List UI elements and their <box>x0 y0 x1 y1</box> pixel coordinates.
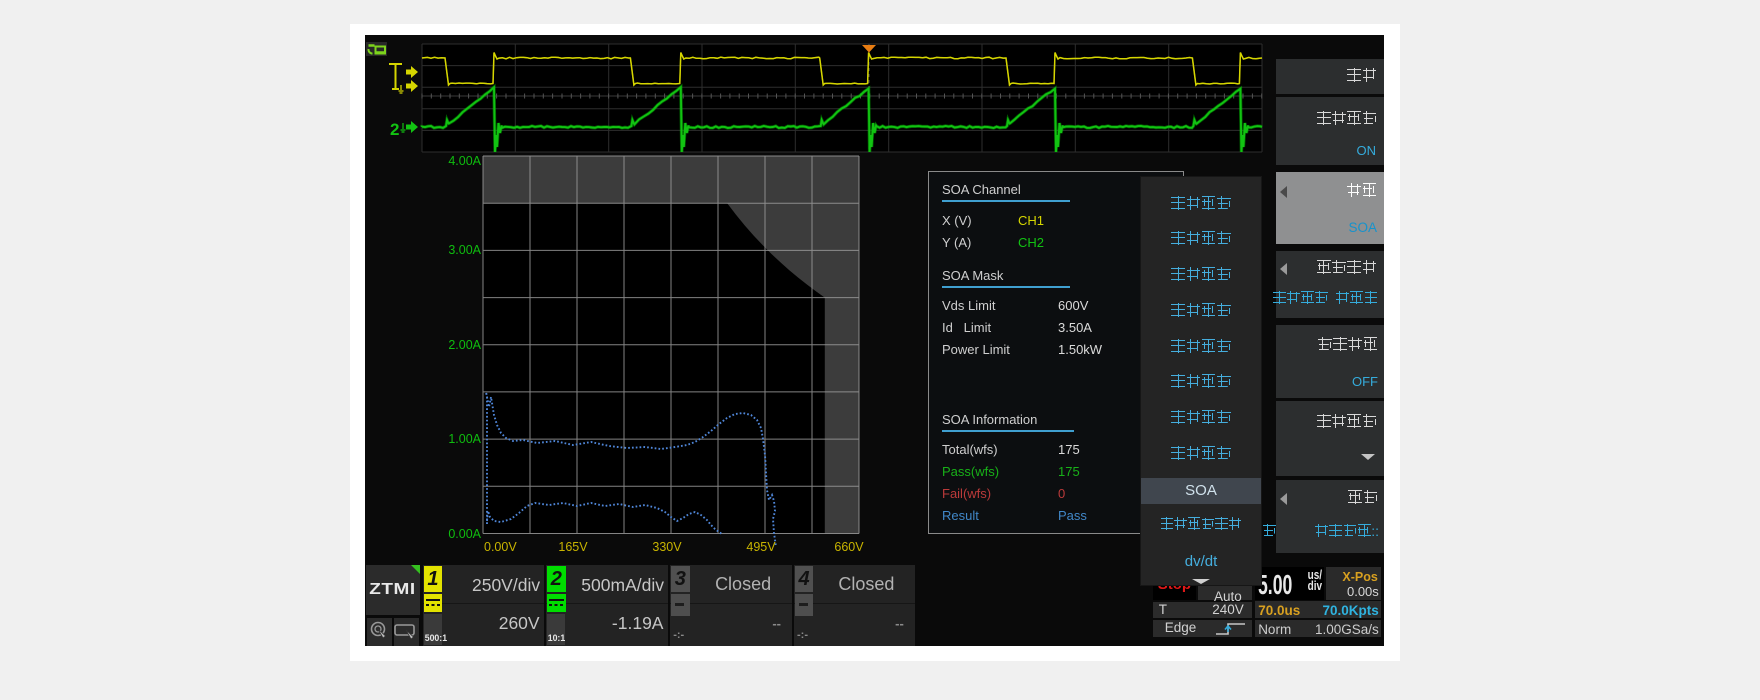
svg-text:2: 2 <box>390 120 399 139</box>
